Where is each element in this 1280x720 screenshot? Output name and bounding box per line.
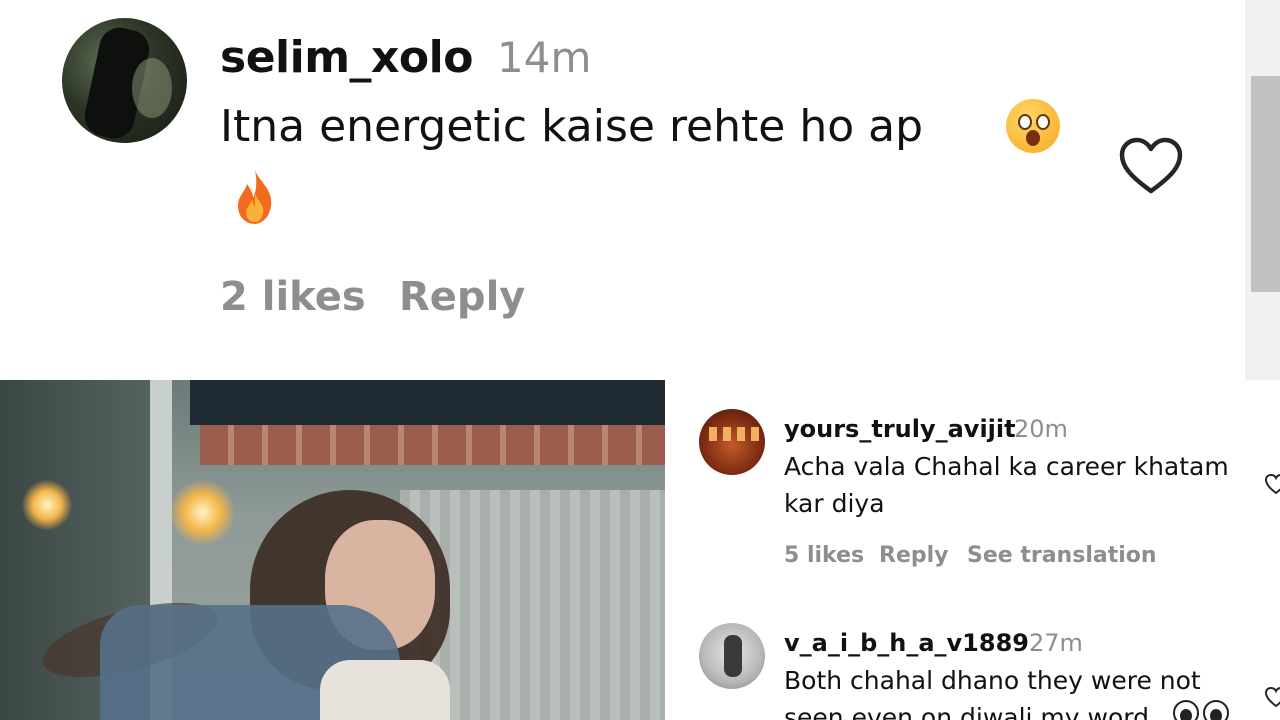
comment-timestamp: 20m <box>1014 415 1068 443</box>
avatar[interactable] <box>62 18 187 143</box>
comment-text-line1: Acha vala Chahal ka career khatam <box>784 452 1229 481</box>
see-translation-button[interactable]: See translation <box>967 542 1157 570</box>
comment-username[interactable]: v_a_i_b_h_a_v1889 <box>784 628 1029 658</box>
eyes-emoji-icon <box>1173 700 1229 720</box>
post-photo <box>0 380 665 720</box>
comment-username[interactable]: yours_truly_avijit <box>784 414 1016 444</box>
comment-timestamp: 14m <box>497 33 592 82</box>
heart-outline-icon[interactable] <box>1264 473 1280 495</box>
reply-button[interactable]: Reply <box>399 270 525 324</box>
heart-outline-icon[interactable] <box>1264 686 1280 708</box>
comment-timestamp: 27m <box>1029 629 1083 657</box>
comment-text: Itna energetic kaise rehte ho ap <box>220 101 924 152</box>
comments-screenshot: selim_xolo 14m Itna energetic kaise reht… <box>0 0 1280 720</box>
likes-count[interactable]: 5 likes <box>784 542 864 570</box>
avatar[interactable] <box>699 409 765 475</box>
comment-username[interactable]: selim_xolo <box>220 30 473 86</box>
top-comment: selim_xolo 14m Itna energetic kaise reht… <box>0 0 1245 380</box>
scrollbar-thumb[interactable] <box>1251 76 1280 292</box>
likes-count[interactable]: 2 likes <box>220 270 366 324</box>
fire-emoji-icon <box>238 170 272 224</box>
comment-text-line2: kar diya <box>784 489 885 518</box>
astonished-face-emoji-icon <box>1006 99 1060 153</box>
comment-text-line1: Both chahal dhano they were not <box>784 666 1201 695</box>
avatar[interactable] <box>699 623 765 689</box>
reply-button[interactable]: Reply <box>879 542 949 570</box>
heart-outline-icon[interactable] <box>1118 136 1184 196</box>
